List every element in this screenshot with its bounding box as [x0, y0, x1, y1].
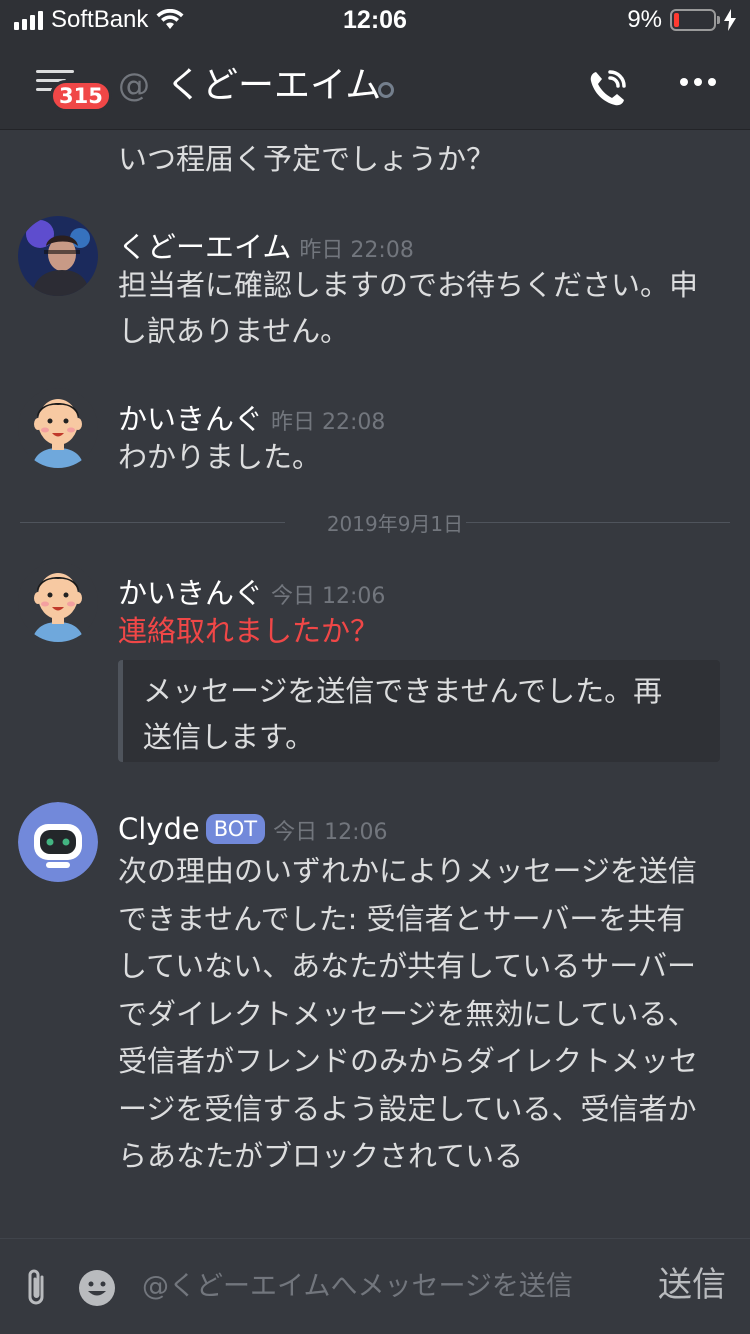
status-right: 9%	[627, 6, 736, 34]
message-line: らあなたがブロックされている	[118, 1139, 524, 1173]
call-icon[interactable]	[586, 66, 630, 110]
author-name[interactable]: かいきんぐ	[118, 576, 263, 610]
message-text: 担当者に確認しますのでお待ちください。申 し訳ありません。	[118, 262, 698, 354]
failed-message-text[interactable]: 連絡取れましたか？	[118, 608, 379, 654]
message-line: していない、あなたが共有しているサーバー	[118, 949, 696, 983]
message-line: 受信者がフレンドのみからダイレクトメッセ	[118, 1044, 699, 1078]
emoji-icon[interactable]	[78, 1269, 116, 1307]
message-author[interactable]: Clyde BOT 今日 12:06	[118, 812, 388, 846]
message-line: 担当者に確認しますのでお待ちください。申	[118, 268, 699, 302]
message-composer: @くどーエイムへメッセージを送信 送信	[0, 1238, 750, 1334]
send-button[interactable]: 送信	[658, 1257, 726, 1306]
author-name[interactable]: くどーエイム	[118, 230, 291, 264]
timestamp: 今日 12:06	[271, 584, 386, 609]
embed-line: メッセージを送信できませんでした。再	[143, 674, 663, 708]
timestamp: 昨日 22:08	[271, 410, 386, 435]
timestamp: 昨日 22:08	[299, 238, 414, 263]
embed-line: 送信します。	[143, 720, 315, 754]
mention-badge: 315	[50, 80, 112, 112]
clyde-avatar[interactable]	[18, 802, 98, 882]
message-text: 次の理由のいずれかによりメッセージを送信 できませんでした: 受信者とサーバーを…	[118, 848, 698, 1181]
bot-badge: BOT	[205, 814, 266, 844]
avatar[interactable]	[18, 388, 98, 468]
message-line: でダイレクトメッセージを無効にしている、	[118, 996, 697, 1031]
divider-date: 2019年9月1日	[326, 512, 464, 536]
date-divider: 2019年9月1日	[20, 512, 730, 536]
battery-percent: 9%	[627, 6, 662, 33]
status-bar: SoftBank 12:06 9%	[0, 0, 750, 40]
message-line: できませんでした: 受信者とサーバーを共有	[118, 901, 686, 936]
battery-icon	[670, 9, 720, 31]
charging-icon	[724, 9, 736, 31]
avatar[interactable]	[18, 562, 98, 642]
status-idle-icon	[378, 82, 394, 98]
message-text: いつ程届く予定でしょうか？	[118, 142, 496, 176]
channel-header: 315 @ くどーエイム	[0, 40, 750, 130]
more-icon[interactable]	[680, 78, 716, 86]
message-author[interactable]: かいきんぐ 昨日 22:08	[118, 396, 385, 438]
error-embed[interactable]: メッセージを送信できませんでした。再 送信します。	[118, 660, 720, 762]
timestamp: 今日 12:06	[273, 820, 388, 845]
dm-title: くどーエイム	[166, 65, 382, 106]
message-line: ージを受信するよう設定している、受信者か	[118, 1091, 697, 1126]
message-line: し訳ありません。	[118, 314, 350, 348]
message-author[interactable]: くどーエイム 昨日 22:08	[118, 224, 414, 266]
author-name[interactable]: かいきんぐ	[118, 402, 263, 436]
message-input[interactable]: @くどーエイムへメッセージを送信	[142, 1265, 632, 1309]
attachment-icon[interactable]	[22, 1267, 52, 1307]
avatar[interactable]	[18, 216, 98, 296]
author-name[interactable]: Clyde	[118, 812, 200, 846]
message-author[interactable]: かいきんぐ 今日 12:06	[118, 570, 385, 612]
message-line: 次の理由のいずれかによりメッセージを送信	[118, 854, 697, 888]
at-icon: @	[118, 66, 150, 104]
message-text: わかりました。	[118, 440, 322, 474]
